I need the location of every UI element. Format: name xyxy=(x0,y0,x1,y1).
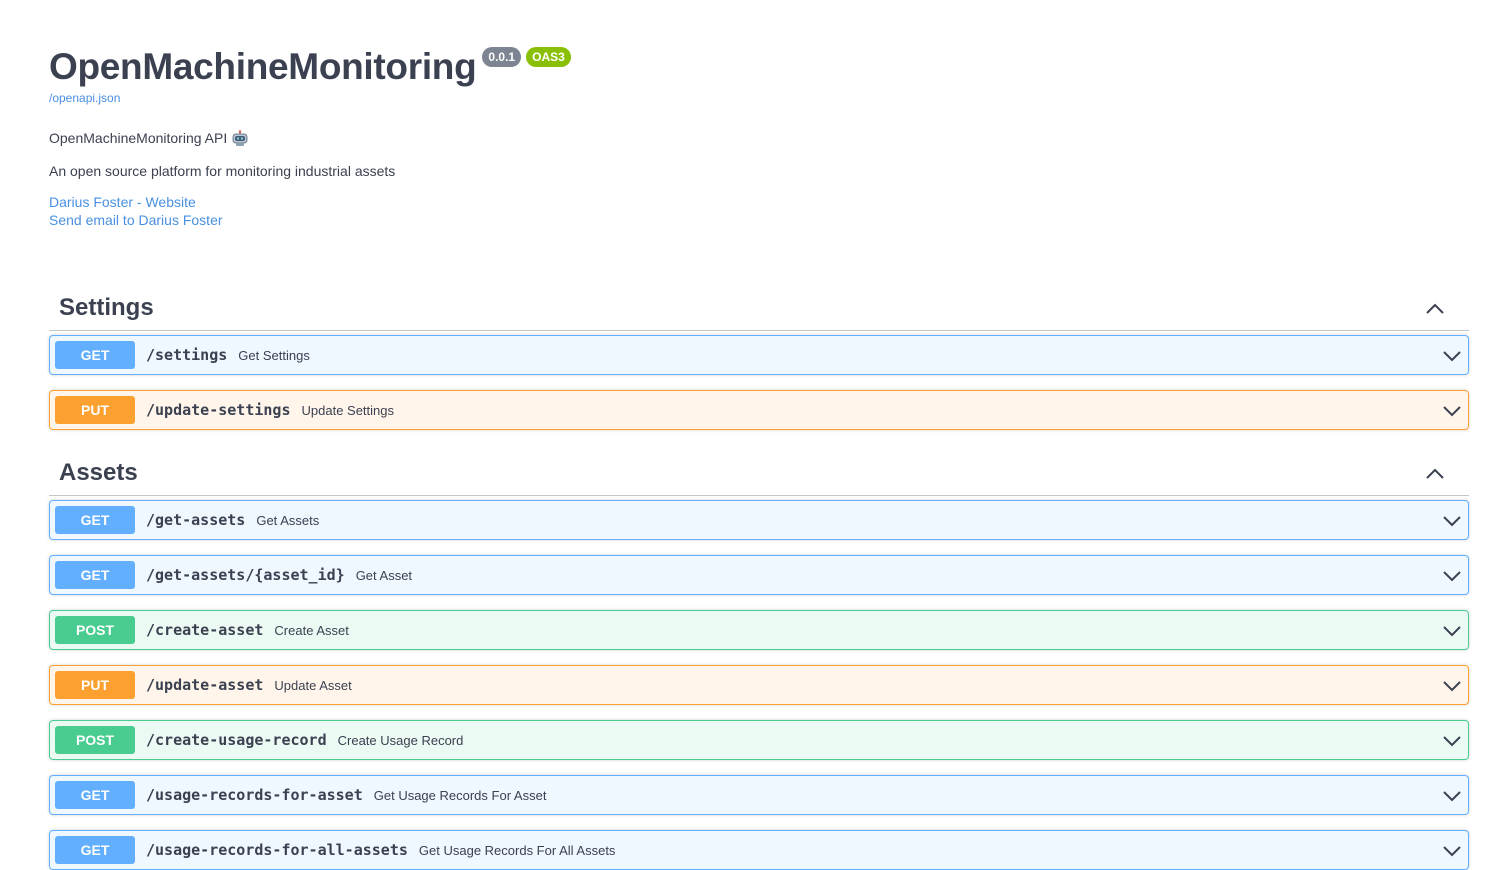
method-badge: PUT xyxy=(55,671,135,699)
operation-summary: Update Asset xyxy=(274,677,352,693)
operation-put-update-asset[interactable]: PUT /update-asset Update Asset xyxy=(49,665,1469,705)
method-badge: GET xyxy=(55,781,135,809)
method-badge: POST xyxy=(55,726,135,754)
method-badge: PUT xyxy=(55,396,135,424)
method-badge: GET xyxy=(55,561,135,589)
oas-badge: OAS3 xyxy=(526,47,571,67)
section-header-assets[interactable]: Assets xyxy=(49,453,1469,496)
contact-website-link[interactable]: Darius Foster - Website xyxy=(49,194,196,210)
chevron-down-icon[interactable] xyxy=(1443,404,1461,417)
chevron-down-icon[interactable] xyxy=(1443,789,1461,802)
operation-path: /create-usage-record xyxy=(146,731,327,749)
method-badge: GET xyxy=(55,506,135,534)
chevron-down-icon[interactable] xyxy=(1443,844,1461,857)
operation-path: /get-assets/{asset_id} xyxy=(146,566,345,584)
operation-post-create-usage-record[interactable]: POST /create-usage-record Create Usage R… xyxy=(49,720,1469,760)
operation-path: /update-settings xyxy=(146,401,291,419)
title-row: OpenMachineMonitoring 0.0.1 OAS3 xyxy=(49,44,571,90)
operation-get-assets[interactable]: GET /get-assets Get Assets xyxy=(49,500,1469,540)
operation-path: /usage-records-for-all-assets xyxy=(146,841,408,859)
chevron-up-icon[interactable] xyxy=(1425,467,1445,479)
operation-summary: Get Usage Records For Asset xyxy=(373,787,547,803)
chevron-down-icon[interactable] xyxy=(1443,349,1461,362)
section-title: Assets xyxy=(59,459,138,486)
operation-path: /get-assets xyxy=(146,511,246,529)
operation-put-update-settings[interactable]: PUT /update-settings Update Settings xyxy=(49,390,1469,430)
chevron-down-icon[interactable] xyxy=(1443,569,1461,582)
api-title: OpenMachineMonitoring xyxy=(49,46,477,87)
description-text: OpenMachineMonitoring API xyxy=(49,130,228,146)
method-badge: POST xyxy=(55,616,135,644)
operation-summary: Get Assets xyxy=(256,512,320,528)
section-title: Settings xyxy=(59,294,154,321)
operation-summary: Update Settings xyxy=(301,402,395,418)
operation-path: /settings xyxy=(146,346,228,364)
operation-get-settings[interactable]: GET /settings Get Settings xyxy=(49,335,1469,375)
chevron-down-icon[interactable] xyxy=(1443,734,1461,747)
api-description: OpenMachineMonitoring API xyxy=(49,130,249,146)
chevron-down-icon[interactable] xyxy=(1443,514,1461,527)
operation-summary: Create Usage Record xyxy=(337,732,464,748)
operation-summary: Get Settings xyxy=(238,347,310,363)
operation-get-usage-records-for-all-assets[interactable]: GET /usage-records-for-all-assets Get Us… xyxy=(49,830,1469,870)
operation-summary: Get Asset xyxy=(355,567,413,583)
method-badge: GET xyxy=(55,341,135,369)
operation-path: /create-asset xyxy=(146,621,264,639)
chevron-down-icon[interactable] xyxy=(1443,679,1461,692)
method-badge: GET xyxy=(55,836,135,864)
version-badge: 0.0.1 xyxy=(482,47,522,67)
openapi-json-link[interactable]: /openapi.json xyxy=(49,91,120,105)
api-summary: An open source platform for monitoring i… xyxy=(49,163,396,179)
operation-get-usage-records-for-asset[interactable]: GET /usage-records-for-asset Get Usage R… xyxy=(49,775,1469,815)
operation-get-asset[interactable]: GET /get-assets/{asset_id} Get Asset xyxy=(49,555,1469,595)
chevron-down-icon[interactable] xyxy=(1443,624,1461,637)
robot-icon xyxy=(231,130,249,146)
operation-post-create-asset[interactable]: POST /create-asset Create Asset xyxy=(49,610,1469,650)
chevron-up-icon[interactable] xyxy=(1425,302,1445,314)
operation-summary: Get Usage Records For All Assets xyxy=(418,842,616,858)
operation-summary: Create Asset xyxy=(274,622,349,638)
operation-path: /update-asset xyxy=(146,676,264,694)
operation-path: /usage-records-for-asset xyxy=(146,786,363,804)
contact-email-link[interactable]: Send email to Darius Foster xyxy=(49,212,223,228)
section-header-settings[interactable]: Settings xyxy=(49,288,1469,331)
